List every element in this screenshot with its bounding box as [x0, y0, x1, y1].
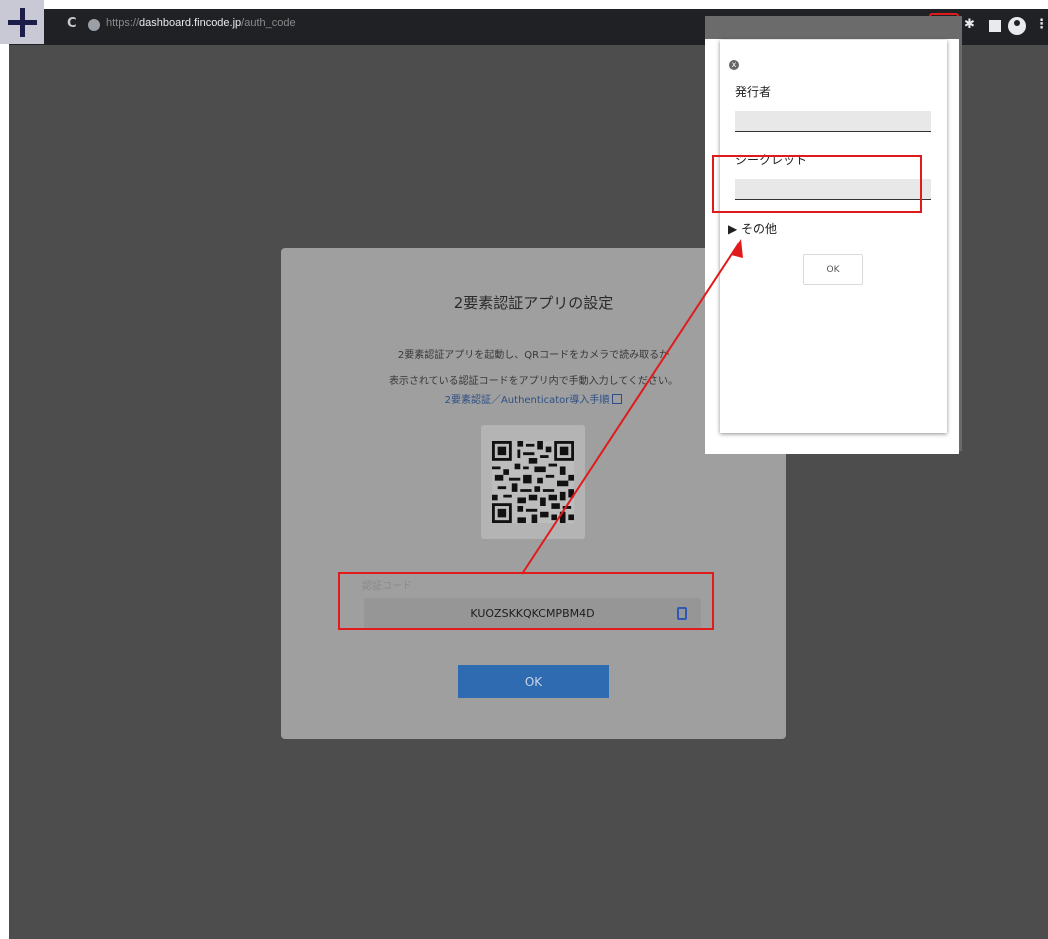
qr-code-image — [492, 441, 574, 523]
others-toggle[interactable]: ▶ その他 — [728, 220, 777, 237]
side-panel-icon[interactable] — [989, 20, 1001, 32]
secret-field-highlight-box — [712, 155, 922, 213]
qr-code-panel — [481, 425, 585, 539]
new-tab-plus-icon[interactable] — [0, 0, 44, 44]
authenticator-popup: x 発行者 シークレット ▶ その他 OK — [720, 40, 947, 433]
auth-code-highlight-box — [338, 572, 714, 630]
url-scheme: https:// — [106, 17, 140, 29]
browser-menu-icon[interactable]: ⋮ — [1035, 17, 1048, 32]
address-bar[interactable]: https://dashboard.fincode.jp/auth_code — [106, 17, 296, 29]
extensions-puzzle-icon[interactable]: ✱ — [964, 17, 975, 32]
issuer-input[interactable] — [735, 111, 931, 132]
reload-icon[interactable]: C — [67, 16, 77, 31]
close-icon[interactable]: x — [729, 60, 739, 70]
external-link-icon — [612, 394, 623, 404]
url-host: dashboard.fincode.jp — [139, 17, 242, 29]
url-path: /auth_code — [241, 17, 296, 29]
browser-window: C https://dashboard.fincode.jp/auth_code… — [9, 9, 1048, 939]
guide-link-text[interactable]: 2要素認証／Authenticator導入手順 — [445, 395, 610, 406]
modal-ok-button[interactable]: OK — [458, 665, 609, 698]
popup-ok-button[interactable]: OK — [803, 254, 863, 285]
site-info-icon[interactable] — [88, 19, 100, 31]
profile-avatar-icon[interactable] — [1008, 17, 1026, 35]
issuer-label: 発行者 — [735, 85, 772, 99]
